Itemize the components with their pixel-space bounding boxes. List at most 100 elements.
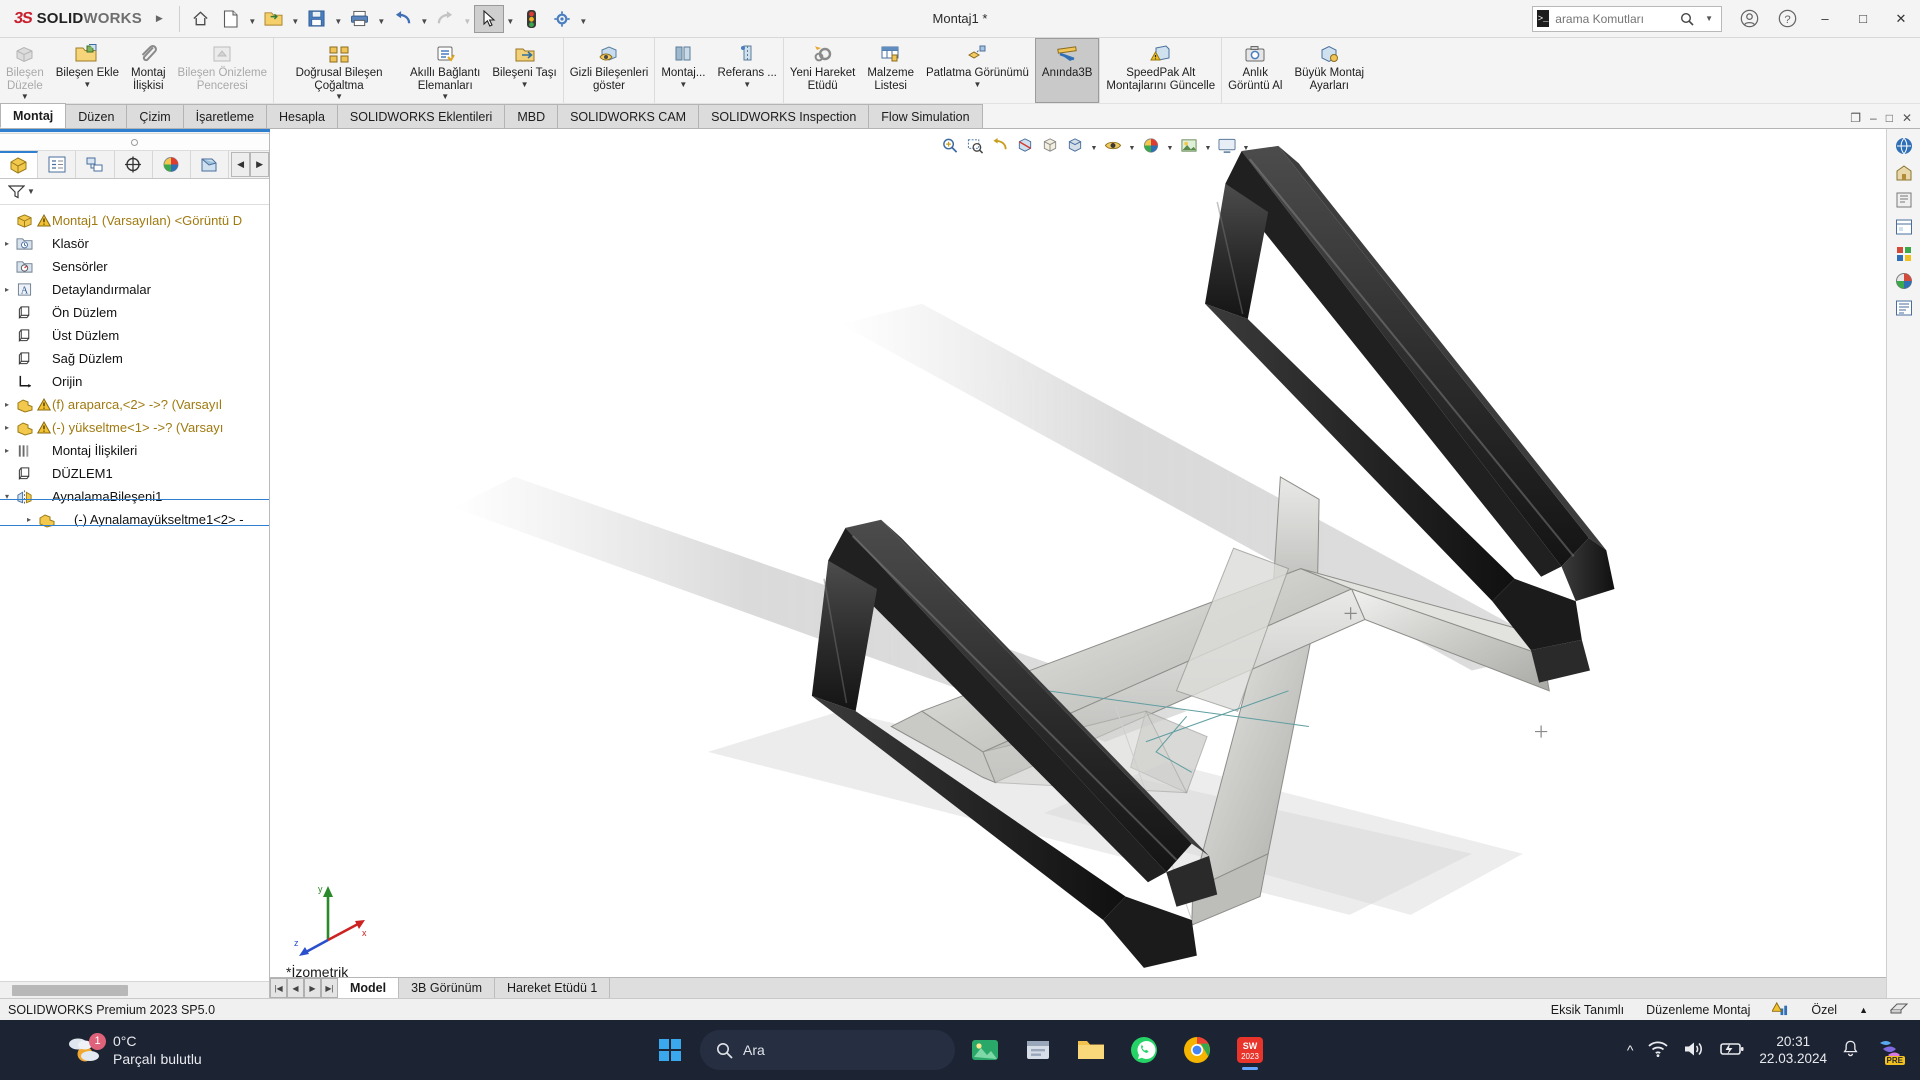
ribbon-new-motion-study[interactable]: Yeni Hareket Etüdü [784, 38, 861, 103]
panel-splitter[interactable] [0, 129, 269, 134]
tree-item-aynalamabileseni1[interactable]: ▾ AynalamaBileşeni1 [0, 485, 269, 508]
chevron-down-icon[interactable]: ▼ [973, 81, 981, 89]
fm-tab-featuremanager[interactable] [0, 151, 38, 178]
tab-hesapla[interactable]: Hesapla [266, 104, 338, 128]
ribbon-exploded-view[interactable]: Patlatma Görünümü ▼ [920, 38, 1035, 103]
tab-montaj[interactable]: Montaj [0, 103, 66, 128]
search-dropdown-caret-icon[interactable]: ▼ [1701, 6, 1717, 32]
task-pane-resources-icon[interactable] [1889, 133, 1919, 159]
ribbon-insert-components[interactable]: Bileşen Ekle ▼ [50, 38, 125, 103]
chevron-down-icon[interactable]: ▼ [441, 93, 449, 101]
ribbon-take-snapshot[interactable]: Anlık Görüntü Al [1222, 38, 1288, 103]
graphics-viewport[interactable]: ▼ ▼ ▼ ▼ ▼ [270, 129, 1920, 998]
chevron-down-icon[interactable]: ▼ [21, 93, 29, 101]
taskbar-photos-icon[interactable] [962, 1027, 1008, 1073]
tree-item-sensorler[interactable]: Sensörler [0, 255, 269, 278]
task-pane-sw-forum-icon[interactable] [1889, 295, 1919, 321]
windows-start-icon[interactable] [647, 1027, 693, 1073]
ribbon-update-speedpak[interactable]: SpeedPak Alt Montajlarını Güncelle [1100, 38, 1221, 103]
tree-item-yukseltme[interactable]: ▸ (-) yükseltme<1> ->? (Varsayı [0, 416, 269, 439]
maximize-window-button[interactable]: □ [1844, 0, 1882, 38]
view-orientation-icon[interactable] [1039, 134, 1062, 157]
minimize-doc-icon[interactable]: – [1870, 111, 1877, 125]
search-icon[interactable] [1679, 6, 1695, 32]
tree-item-detaylandirmalar[interactable]: ▸ A Detaylandırmalar [0, 278, 269, 301]
tab-cizim[interactable]: Çizim [126, 104, 183, 128]
fm-tab-dimxpert[interactable] [115, 151, 153, 178]
fm-tab-configurationmanager[interactable] [76, 151, 114, 178]
tree-twisty[interactable]: ▸ [0, 423, 14, 432]
scrollbar-thumb[interactable] [12, 985, 128, 996]
ribbon-instant3d[interactable]: Anında3B [1035, 38, 1100, 103]
open-folder-caret-icon[interactable]: ▼ [289, 5, 302, 33]
task-pane-custom-properties-icon[interactable] [1889, 268, 1919, 294]
ribbon-smart-fasteners[interactable]: Akıllı Bağlantı Elemanları ▼ [404, 38, 486, 103]
tree-twisty[interactable]: ▾ [0, 492, 14, 501]
display-style-icon[interactable] [1064, 134, 1087, 157]
tree-twisty[interactable]: ▸ [0, 239, 14, 248]
restore-doc-icon[interactable]: ❐ [1850, 111, 1861, 125]
tree-root-montaj1[interactable]: Montaj1 (Varsayılan) <Görüntü D [0, 209, 269, 232]
display-style-caret-icon[interactable]: ▼ [1089, 134, 1100, 157]
tab-duzen[interactable]: Düzen [65, 104, 127, 128]
tab-sw-eklentileri[interactable]: SOLIDWORKS Eklentileri [337, 104, 505, 128]
tree-item-montaj-iliskileri[interactable]: ▸ Montaj İlişkileri [0, 439, 269, 462]
zoom-to-fit-icon[interactable] [939, 134, 962, 157]
taskbar-chrome-icon[interactable] [1174, 1027, 1220, 1073]
taskbar-search[interactable]: Ara [700, 1030, 955, 1070]
edit-appearance-icon[interactable] [1140, 134, 1163, 157]
ribbon-linear-component-pattern[interactable]: Doğrusal Bileşen Çoğaltma ▼ [274, 38, 404, 103]
chevron-down-icon[interactable]: ▼ [743, 81, 751, 89]
ribbon-mate[interactable]: Montaj İlişkisi [125, 38, 172, 103]
menu-expand-arrow-icon[interactable]: ▶ [150, 13, 173, 24]
search-input[interactable] [1555, 12, 1673, 26]
taskbar-file-explorer-2-icon[interactable] [1015, 1027, 1061, 1073]
task-pane-design-library-icon[interactable] [1889, 160, 1919, 186]
taskbar-solidworks-icon[interactable]: SW2023 [1227, 1027, 1273, 1073]
tree-twisty[interactable]: ▸ [0, 285, 14, 294]
panel-pin-handle[interactable] [0, 134, 269, 151]
chevron-down-icon[interactable]: ▼ [521, 81, 529, 89]
open-folder-icon[interactable] [259, 5, 289, 33]
save-icon[interactable] [302, 5, 332, 33]
fm-tab-extra[interactable] [191, 151, 229, 178]
tree-item-sag-duzlem[interactable]: Sağ Düzlem [0, 347, 269, 370]
fm-tab-displaymanager[interactable] [153, 151, 191, 178]
overlay-icon[interactable] [1890, 1001, 1908, 1019]
help-icon[interactable]: ? [1768, 0, 1806, 38]
hide-show-items-icon[interactable] [1102, 134, 1125, 157]
taskbar-whatsapp-icon[interactable] [1121, 1027, 1167, 1073]
options-caret-icon[interactable]: ▼ [577, 5, 590, 33]
hide-show-caret-icon[interactable]: ▼ [1127, 134, 1138, 157]
solidworks-logo[interactable]: 3S SOLIDWORKS [0, 10, 150, 28]
ribbon-assembly-features[interactable]: Montaj... ▼ [655, 38, 711, 103]
rebuild-warning-icon[interactable] [1772, 1001, 1789, 1019]
fm-tab-propertymanager[interactable] [38, 151, 76, 178]
rebuild-icon[interactable] [517, 5, 547, 33]
chevron-down-icon[interactable]: ▼ [335, 93, 343, 101]
undo-caret-icon[interactable]: ▼ [418, 5, 431, 33]
notification-bell-icon[interactable] [1841, 1039, 1860, 1061]
tab-mbd[interactable]: MBD [504, 104, 558, 128]
new-document-caret-icon[interactable]: ▼ [246, 5, 259, 33]
view-triad[interactable]: x y z [292, 880, 372, 958]
chevron-down-icon[interactable]: ▼ [679, 81, 687, 89]
tree-twisty[interactable]: ▸ [0, 446, 14, 455]
command-search-box[interactable]: >_ ▼ [1532, 6, 1722, 32]
ribbon-show-hidden-components[interactable]: Gizli Bileşenleri göster [564, 38, 655, 103]
ribbon-move-component[interactable]: Bileşeni Taşı ▼ [486, 38, 562, 103]
print-icon[interactable] [345, 5, 375, 33]
select-caret-icon[interactable]: ▼ [504, 5, 517, 33]
tree-item-klasor[interactable]: ▸ Klasör [0, 232, 269, 255]
ribbon-large-assembly-settings[interactable]: Büyük Montaj Ayarları [1288, 38, 1370, 103]
maximize-doc-icon[interactable]: □ [1886, 111, 1893, 125]
tree-twisty[interactable]: ▸ [22, 515, 36, 524]
battery-charging-icon[interactable] [1719, 1041, 1745, 1060]
options-gear-icon[interactable] [547, 5, 577, 33]
ribbon-edit-component[interactable]: Bileşen Düzele ▼ [0, 38, 50, 103]
tree-item-on-duzlem[interactable]: Ön Düzlem [0, 301, 269, 324]
tab-sw-cam[interactable]: SOLIDWORKS CAM [557, 104, 699, 128]
feature-tree-filter[interactable]: ▼ [0, 179, 269, 205]
home-icon[interactable] [186, 5, 216, 33]
ribbon-reference-geometry[interactable]: Referans ... ▼ [711, 38, 782, 103]
